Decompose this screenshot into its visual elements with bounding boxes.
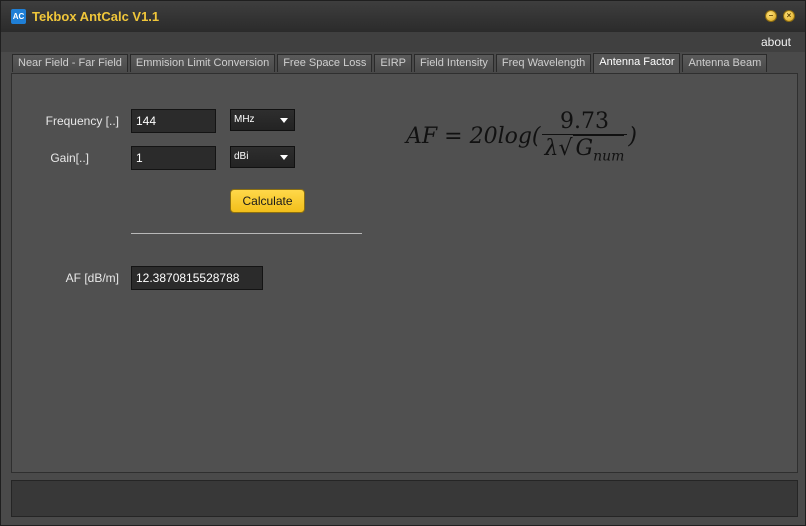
gain-unit-value: dBi	[234, 151, 249, 162]
tab-field-intensity[interactable]: Field Intensity	[414, 54, 494, 72]
gain-input[interactable]: 1	[131, 146, 216, 170]
result-output: 12.3870815528788	[131, 266, 263, 290]
chevron-down-icon	[280, 118, 288, 123]
tab-antenna-factor[interactable]: Antenna Factor	[593, 53, 681, 73]
about-menu-item[interactable]: about	[761, 35, 791, 49]
formula-rhs: )	[628, 124, 637, 150]
tab-near-field-far-field[interactable]: Near Field - Far Field	[12, 54, 128, 72]
antenna-factor-panel	[11, 73, 798, 473]
gain-unit-select[interactable]: dBi	[230, 146, 295, 168]
formula-lambda: λ	[544, 136, 559, 161]
frequency-unit-select[interactable]: MHz	[230, 109, 295, 131]
app-window: AC Tekbox AntCalc V1.1 – × about Near Fi…	[0, 0, 806, 526]
window-title: Tekbox AntCalc V1.1	[32, 9, 160, 24]
formula-lhs: AF = 20log(	[406, 124, 541, 150]
result-label: AF [dB/m]	[65, 271, 119, 285]
chevron-down-icon	[280, 155, 288, 160]
tab-emission-limit-conversion[interactable]: Emmision Limit Conversion	[129, 54, 276, 72]
app-icon: AC	[11, 9, 26, 24]
formula-radicand: Gnum	[572, 135, 625, 165]
formula-gain-var: G	[575, 136, 594, 161]
antenna-factor-formula: AF = 20log( 9.73 λ√ Gnum )	[406, 109, 637, 164]
divider	[131, 233, 362, 234]
title-bar[interactable]: AC Tekbox AntCalc V1.1 – ×	[1, 1, 805, 32]
minimize-button[interactable]: –	[765, 10, 777, 22]
sqrt-icon: √	[558, 136, 573, 161]
close-button[interactable]: ×	[783, 10, 795, 22]
frequency-input[interactable]: 144	[131, 109, 216, 133]
calculate-button[interactable]: Calculate	[230, 189, 305, 213]
menu-bar: about	[1, 32, 805, 52]
frequency-label: Frequency [..]	[45, 114, 119, 128]
status-bar	[11, 480, 798, 517]
tab-freq-wavelength[interactable]: Freq Wavelength	[495, 54, 592, 72]
formula-numerator: 9.73	[559, 109, 609, 134]
tab-free-space-loss[interactable]: Free Space Loss	[277, 54, 373, 72]
formula-denominator: λ√ Gnum	[542, 135, 628, 164]
tab-antenna-beam[interactable]: Antenna Beam	[682, 54, 768, 72]
tab-eirp[interactable]: EIRP	[374, 54, 413, 72]
tab-bar: Near Field - Far Field Emmision Limit Co…	[12, 53, 768, 73]
frequency-unit-value: MHz	[234, 114, 255, 125]
gain-label: Gain[..]	[50, 151, 89, 165]
formula-fraction: 9.73 λ√ Gnum	[541, 109, 628, 164]
formula-gain-sub: num	[593, 148, 625, 165]
